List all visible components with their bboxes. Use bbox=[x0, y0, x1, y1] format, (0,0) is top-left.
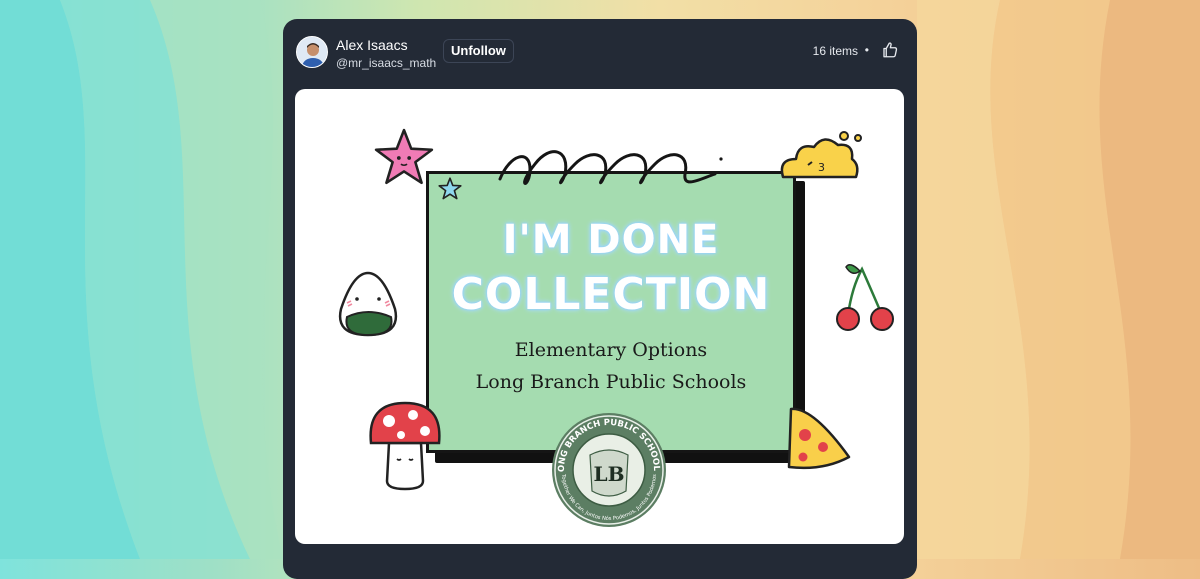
mushroom-icon bbox=[369, 401, 441, 491]
items-count: 16 items bbox=[812, 44, 858, 58]
seal-center-text: LB bbox=[594, 462, 625, 486]
cover-subtitle-line1: Elementary Options bbox=[514, 339, 708, 361]
collection-cover-image[interactable]: I'M DONE COLLECTION Elementary Options L… bbox=[295, 89, 904, 544]
cover-title-line1: I'M DONE bbox=[502, 217, 720, 263]
avatar[interactable] bbox=[296, 36, 328, 68]
yellow-cloud-icon: 3 bbox=[780, 131, 862, 179]
card-header: Alex Isaacs @mr_isaacs_math Unfollow 16 … bbox=[283, 19, 917, 89]
school-seal-logo: LB LONG BRANCH PUBLIC SCHOOLS Together W… bbox=[547, 404, 666, 527]
blue-star-icon bbox=[438, 177, 462, 200]
pink-star-icon bbox=[374, 128, 434, 185]
pizza-slice-icon bbox=[787, 407, 851, 470]
rice-ball-icon bbox=[338, 271, 398, 337]
cherries-icon bbox=[836, 264, 894, 331]
swirl-doodle-icon bbox=[498, 150, 723, 185]
author-handle[interactable]: @mr_isaacs_math bbox=[336, 56, 436, 70]
author-name[interactable]: Alex Isaacs bbox=[336, 37, 408, 53]
collection-card: Alex Isaacs @mr_isaacs_math Unfollow 16 … bbox=[283, 19, 917, 579]
thumbs-up-icon[interactable] bbox=[881, 41, 899, 59]
svg-text:3: 3 bbox=[818, 161, 825, 174]
separator-dot: • bbox=[864, 43, 869, 57]
unfollow-button[interactable]: Unfollow bbox=[443, 39, 514, 63]
cover-subtitle-line2: Long Branch Public Schools bbox=[475, 371, 747, 393]
cover-title-line2: COLLECTION bbox=[451, 269, 771, 320]
